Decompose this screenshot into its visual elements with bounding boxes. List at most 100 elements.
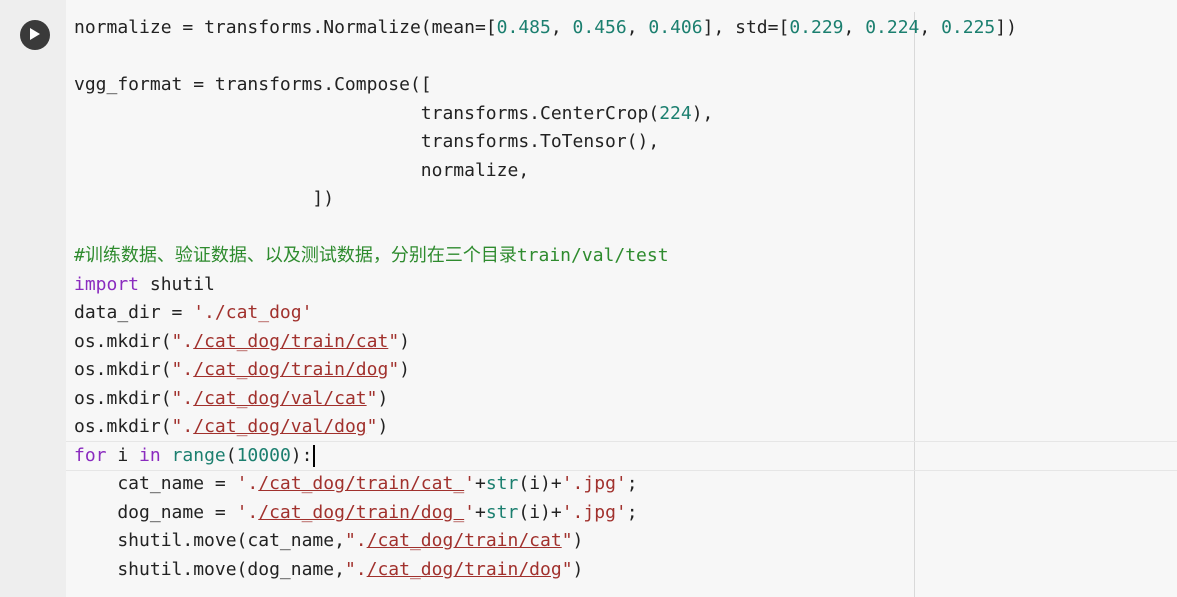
string-literal: " (561, 530, 573, 551)
string-literal: ". (171, 416, 194, 437)
code-text: i (106, 444, 140, 466)
code-line[interactable]: os.mkdir("./cat_dog/train/dog") (74, 356, 1017, 385)
code-text: , (843, 17, 866, 38)
number-literal: 0.224 (865, 17, 920, 38)
number-literal: 224 (659, 102, 692, 124)
code-lines: normalize = transforms.Normalize(mean=[0… (74, 14, 1017, 584)
code-text: ) (399, 359, 410, 380)
builtin-name: range (171, 444, 226, 466)
code-text: shutil (139, 273, 215, 295)
code-line[interactable]: transforms.ToTensor(), (74, 128, 1017, 157)
string-literal: ". (344, 558, 367, 580)
code-line[interactable]: dog_name = './cat_dog/train/dog_'+str(i)… (74, 499, 1017, 528)
path-literal: /cat_dog/val/cat (193, 387, 367, 409)
string-literal: '. (236, 501, 259, 523)
string-literal: '.jpg' (561, 501, 627, 523)
string-literal: ". (344, 530, 367, 551)
code-line[interactable]: os.mkdir("./cat_dog/train/cat") (74, 328, 1017, 357)
code-text: ) (377, 416, 389, 437)
code-text: = (171, 17, 205, 38)
code-line[interactable]: os.mkdir("./cat_dog/val/cat") (74, 385, 1017, 414)
string-literal: '.jpg' (561, 473, 627, 494)
path-literal: /cat_dog/train/dog_ (258, 501, 465, 523)
code-text: ), (691, 102, 714, 124)
code-line[interactable]: normalize, (74, 157, 1017, 186)
code-text: ): (290, 444, 313, 466)
code-line[interactable]: for i in range(10000): (74, 442, 1017, 471)
string-literal: " (366, 416, 378, 437)
code-text: vgg_format (74, 74, 183, 95)
code-line[interactable] (74, 214, 1017, 243)
code-text: os.mkdir( (74, 359, 172, 380)
code-text: transforms.CenterCrop( (420, 102, 660, 124)
code-cell: normalize = transforms.Normalize(mean=[0… (0, 0, 1177, 597)
run-cell-button[interactable] (20, 20, 50, 50)
code-line[interactable] (74, 43, 1017, 72)
path-literal: /cat_dog/train/dog (366, 558, 562, 580)
code-text: transforms.Compose([ (214, 74, 432, 95)
number-literal: 0.485 (496, 17, 551, 38)
code-line[interactable]: cat_name = './cat_dog/train/cat_'+str(i)… (74, 470, 1017, 499)
code-line[interactable]: os.mkdir("./cat_dog/val/dog") (74, 413, 1017, 442)
path-literal: /cat_dog/train/dog (193, 359, 389, 380)
code-line[interactable]: data_dir = './cat_dog' (74, 299, 1017, 328)
play-icon (29, 26, 41, 45)
code-text: normalize, (420, 159, 530, 181)
code-line[interactable]: normalize = transforms.Normalize(mean=[0… (74, 14, 1017, 43)
code-text: ) (377, 387, 389, 409)
string-literal: './cat_dog' (193, 302, 313, 323)
string-literal: " (388, 359, 400, 380)
builtin-name: str (485, 473, 519, 494)
string-literal: " (366, 387, 378, 409)
path-literal: /cat_dog/train/cat (193, 330, 389, 352)
comment-text: #训练数据、验证数据、以及测试数据，分别在三个目录train/val/test (74, 245, 669, 266)
path-literal: /cat_dog/train/cat (366, 530, 562, 551)
string-literal: ". (171, 359, 194, 380)
code-text: ]) (312, 188, 335, 209)
code-text: (i)+ (518, 501, 562, 523)
string-literal: " (561, 558, 573, 580)
number-literal: 0.456 (572, 17, 627, 38)
code-text: os.mkdir( (74, 330, 172, 352)
string-literal: ' (464, 501, 475, 523)
number-literal: 0.406 (648, 17, 703, 38)
code-line[interactable]: import shutil (74, 271, 1017, 300)
code-text: ) (572, 558, 584, 580)
code-text: ( (225, 444, 237, 466)
code-editor[interactable]: normalize = transforms.Normalize(mean=[0… (66, 0, 1177, 597)
code-text: os.mkdir( (74, 416, 172, 437)
code-text: dog_name (74, 501, 205, 523)
code-text: = (204, 501, 237, 523)
code-text: = (182, 74, 215, 95)
code-text: transforms.ToTensor(), (420, 131, 660, 152)
code-text: ; (626, 473, 638, 494)
code-line[interactable]: #训练数据、验证数据、以及测试数据，分别在三个目录train/val/test (74, 242, 1017, 271)
code-text: + (475, 501, 486, 523)
string-literal: ". (171, 330, 194, 352)
code-text: shutil.move(dog_name, (74, 558, 345, 580)
number-literal: 0.225 (941, 17, 996, 38)
code-text: shutil.move(cat_name, (74, 530, 345, 551)
code-text: ) (399, 330, 410, 352)
code-text: , (626, 17, 649, 38)
string-literal: " (388, 330, 400, 352)
code-text: ; (626, 501, 638, 523)
keyword: import (74, 273, 140, 295)
keyword: in (139, 444, 161, 466)
code-text: ]) (995, 17, 1017, 38)
number-literal: 10000 (236, 444, 291, 466)
code-line[interactable]: ]) (74, 185, 1017, 214)
code-text: = (160, 302, 194, 323)
code-line[interactable]: transforms.CenterCrop(224), (74, 100, 1017, 129)
code-line[interactable]: shutil.move(dog_name,"./cat_dog/train/do… (74, 556, 1017, 585)
code-text: (i)+ (518, 473, 562, 494)
builtin-name: str (485, 501, 519, 523)
code-line[interactable]: shutil.move(cat_name,"./cat_dog/train/ca… (74, 527, 1017, 556)
code-line[interactable]: vgg_format = transforms.Compose([ (74, 71, 1017, 100)
string-literal: '. (236, 473, 259, 494)
code-text: ], std=[ (702, 17, 790, 38)
